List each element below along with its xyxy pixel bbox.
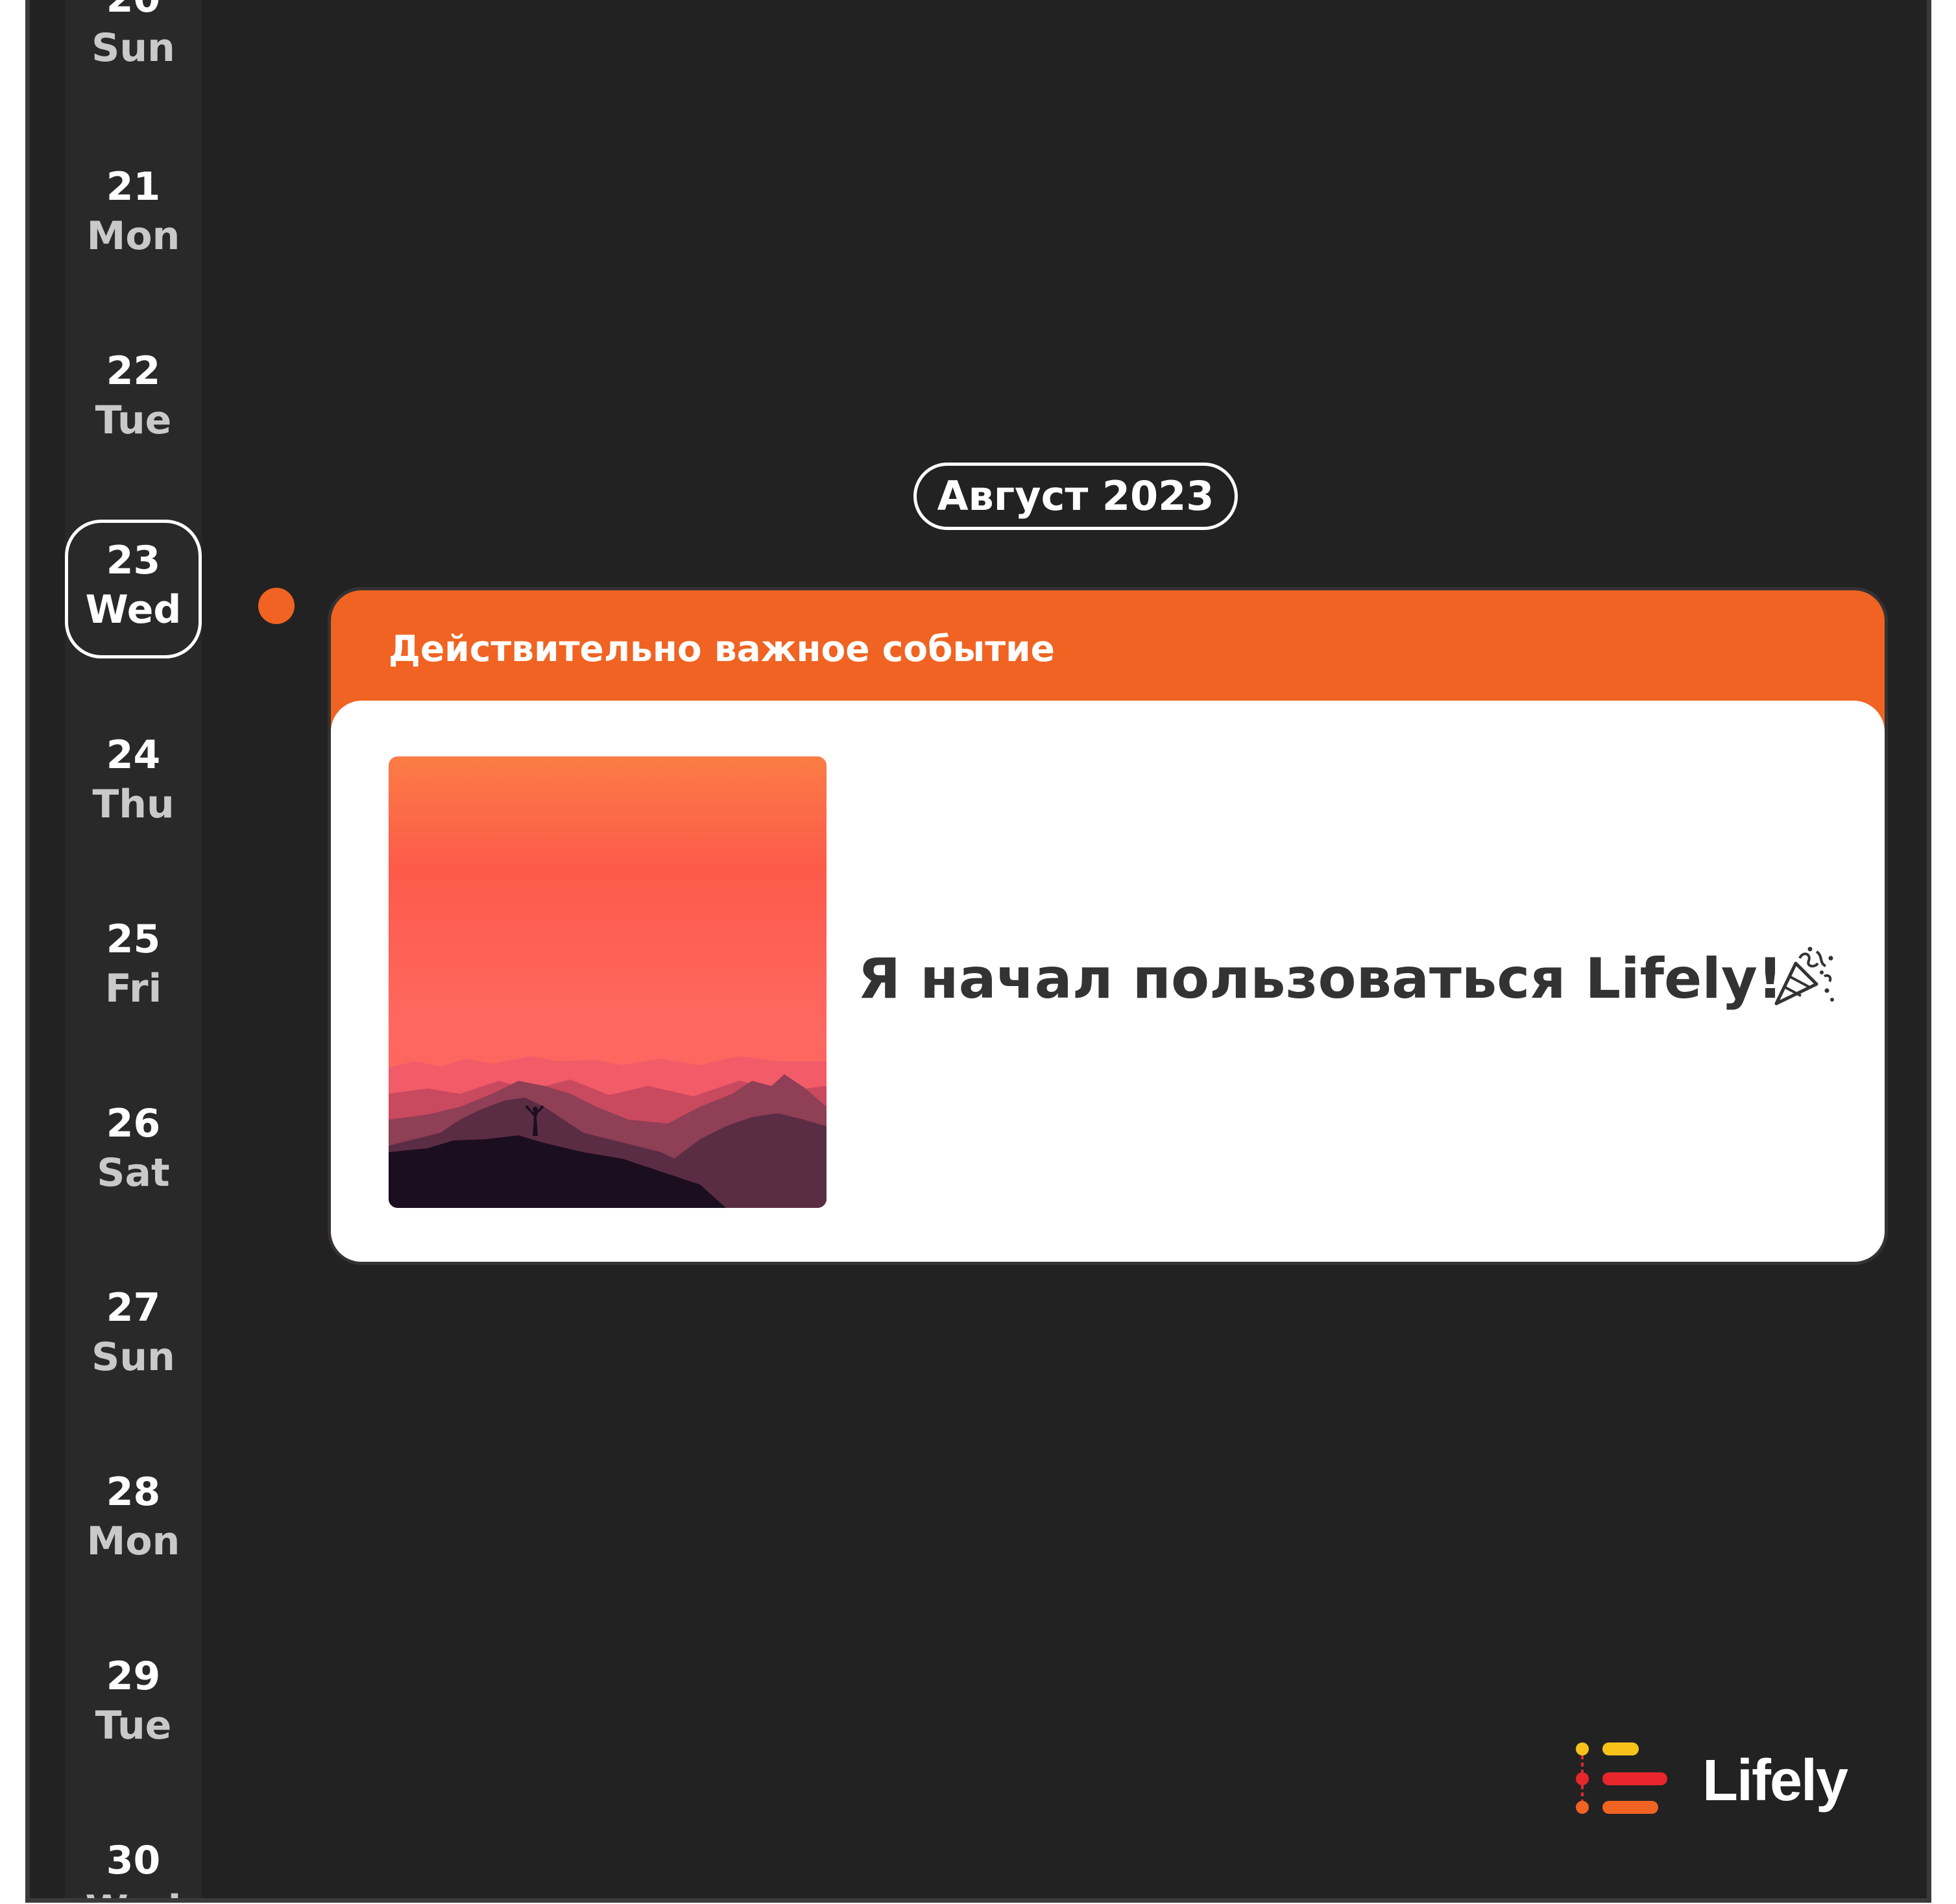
event-card[interactable]: Действительно важное событие Я начал пол… [328, 587, 1888, 1265]
party-popper-icon [1771, 944, 1836, 1009]
day-number: 26 [106, 1101, 161, 1146]
day-weekday: Fri [104, 966, 162, 1011]
day-number: 20 [65, 0, 202, 23]
event-text: Я начал пользоваться Lifely! [858, 946, 1783, 1011]
day-item-20[interactable]: 20 Sun [65, 0, 202, 73]
lifely-logo-text: Lifely [1702, 1748, 1848, 1813]
day-item-23-selected[interactable]: 23 Wed [65, 520, 202, 658]
day-weekday: Wed [85, 587, 182, 633]
day-number: 24 [106, 732, 161, 778]
day-item-28[interactable]: 28 Mon [65, 1467, 202, 1566]
timeline-marker [258, 588, 295, 624]
day-item-21[interactable]: 21 Mon [65, 162, 202, 261]
day-number: 25 [106, 917, 161, 962]
day-rail[interactable]: 20 Sun 21 Mon 22 Tue 23 Wed 24 Thu 25 Fr… [65, 0, 202, 1898]
day-number: 28 [106, 1469, 161, 1515]
day-item-27[interactable]: 27 Sun [65, 1283, 202, 1382]
day-weekday: Mon [86, 213, 180, 259]
lifely-logo-icon [1574, 1739, 1671, 1823]
day-number: 21 [106, 164, 161, 210]
day-weekday: Sun [91, 25, 175, 71]
event-body: Я начал пользоваться Lifely! [331, 701, 1885, 1262]
day-item-25[interactable]: 25 Fri [65, 915, 202, 1013]
day-item-24[interactable]: 24 Thu [65, 730, 202, 829]
event-image[interactable] [389, 756, 827, 1208]
day-weekday: Tue [95, 398, 172, 443]
lifely-logo: Lifely [1574, 1739, 1848, 1823]
day-number: 30 [106, 1838, 161, 1883]
event-title: Действительно важное событие [389, 628, 1055, 669]
day-item-22[interactable]: 22 Tue [65, 346, 202, 445]
day-number: 27 [106, 1285, 161, 1331]
day-weekday: Sun [91, 1334, 175, 1380]
day-item-29[interactable]: 29 Tue [65, 1652, 202, 1750]
day-item-30[interactable]: 30 Wed [65, 1836, 202, 1898]
day-weekday: Wed [65, 1885, 202, 1898]
day-item-26[interactable]: 26 Sat [65, 1099, 202, 1198]
day-number: 23 [106, 538, 161, 583]
mountain-sunset-illustration [389, 756, 827, 1208]
day-weekday: Tue [95, 1703, 172, 1748]
day-weekday: Thu [92, 782, 175, 827]
day-weekday: Sat [97, 1150, 170, 1196]
day-number: 22 [106, 348, 161, 394]
app-window: 20 Sun 21 Mon 22 Tue 23 Wed 24 Thu 25 Fr… [25, 0, 1931, 1903]
day-number: 29 [106, 1654, 161, 1699]
month-label: Август 2023 [913, 463, 1238, 530]
day-weekday: Mon [86, 1519, 180, 1564]
